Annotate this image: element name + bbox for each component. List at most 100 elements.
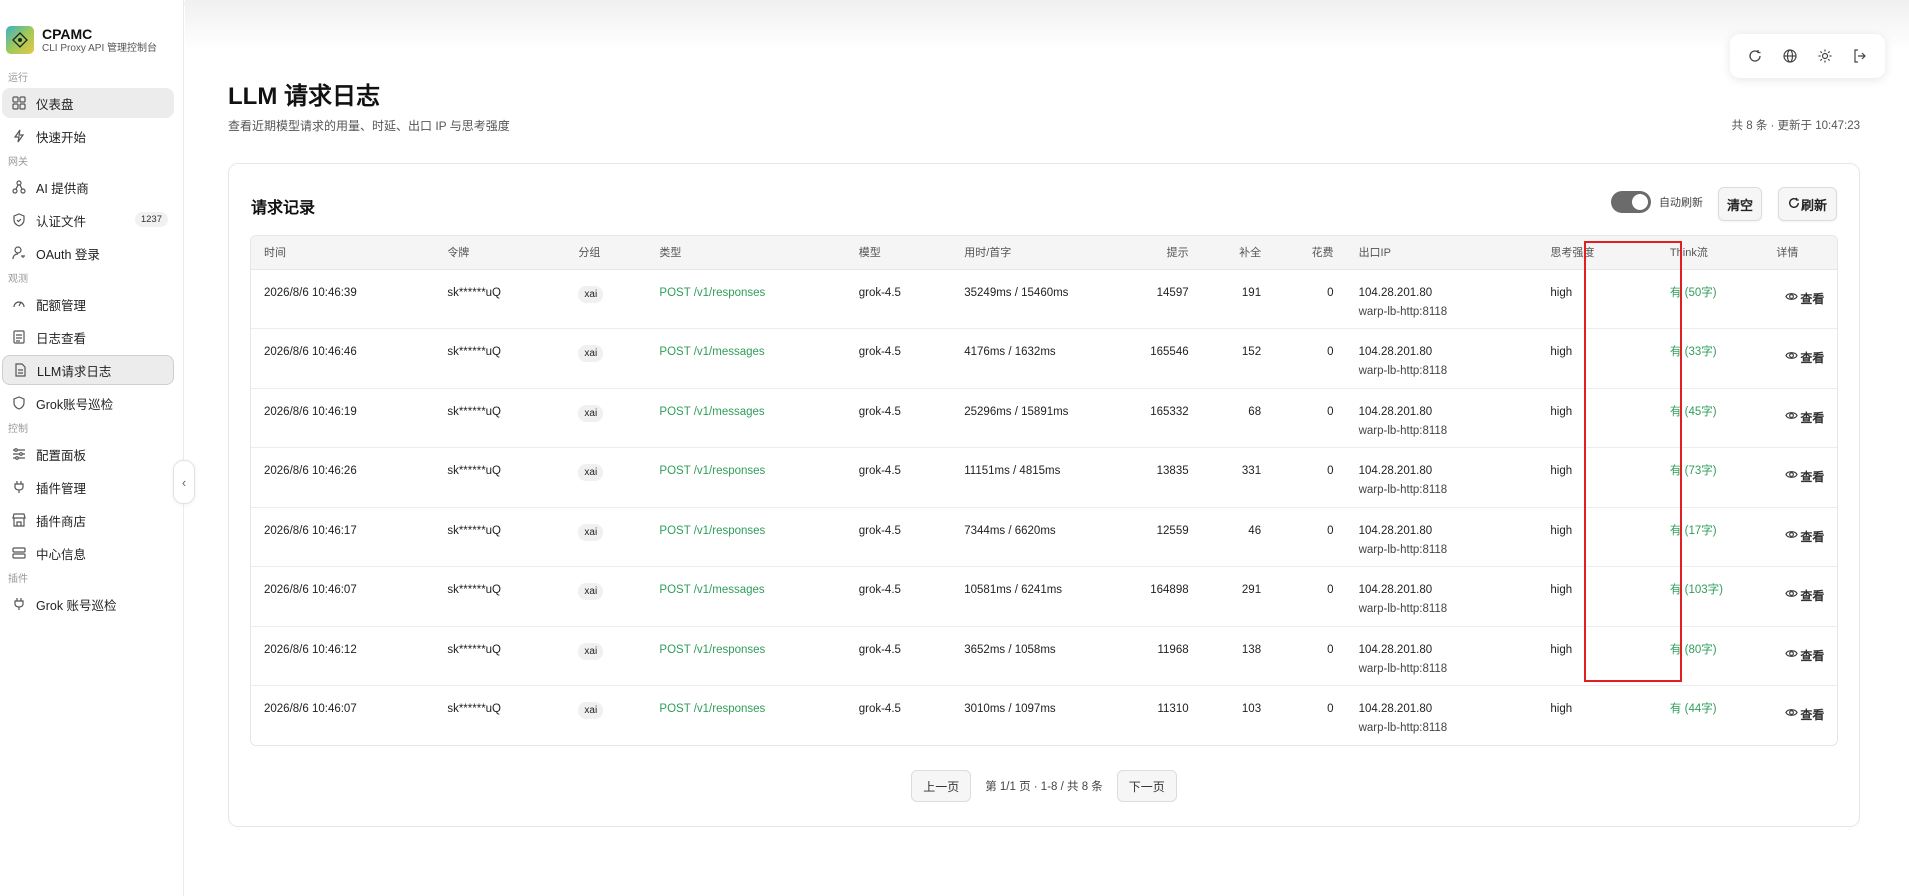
sidebar-item-dashboard[interactable]: 仪表盘 xyxy=(2,88,174,118)
column-header: 出口IP xyxy=(1345,236,1538,270)
cell-token: sk******uQ xyxy=(447,584,502,596)
column-header: 类型 xyxy=(646,236,846,270)
sidebar-item-llm-request-logs[interactable]: LLM请求日志 xyxy=(2,355,174,385)
cell-latency: 11151ms / 4815ms xyxy=(964,465,1061,477)
ip-address: 104.28.201.80 xyxy=(1358,405,1433,418)
refresh-icon[interactable] xyxy=(1744,45,1766,67)
ip-address: 104.28.201.80 xyxy=(1358,643,1433,656)
cell-time: 2026/8/6 10:46:12 xyxy=(264,643,357,656)
cell-detail: 查看 xyxy=(1763,686,1837,746)
file-lines-icon xyxy=(11,330,26,345)
cell-token: sk******uQ xyxy=(447,286,502,299)
sidebar-collapse-button[interactable]: ‹ xyxy=(173,460,195,504)
table-row: 2026/8/6 10:46:26 sk******uQ xai POST /v1/r… xyxy=(251,448,1837,508)
sidebar-item-quickstart[interactable]: 快速开始 xyxy=(2,121,174,151)
sidebar-item-center-info[interactable]: 中心信息 xyxy=(2,538,174,568)
cell-completion: 103 xyxy=(1241,703,1262,715)
column-header: 花费 xyxy=(1273,236,1346,270)
cell-model: grok-4.5 xyxy=(858,643,901,656)
cell-think: 有 (17字) xyxy=(1669,524,1717,537)
cell-detail: 查看 xyxy=(1763,448,1837,508)
header-backdrop xyxy=(185,0,1909,50)
cell-token: sk******uQ xyxy=(447,703,502,715)
ip-address: 104.28.201.80 xyxy=(1358,346,1433,358)
view-detail-button[interactable]: 查看 xyxy=(1785,587,1824,606)
cell-token: sk******uQ xyxy=(447,346,502,358)
view-detail-button[interactable]: 查看 xyxy=(1785,468,1824,487)
cell-type: POST /v1/messages xyxy=(659,584,765,596)
cell-model: grok-4.5 xyxy=(858,346,901,358)
sidebar: CPAMC CLI Proxy API 管理控制台 运行 仪表盘 快速开始 网关… xyxy=(0,0,184,896)
cell-type: POST /v1/responses xyxy=(659,643,766,656)
ip-host: warp-lb-http:8118 xyxy=(1358,543,1448,556)
sidebar-item-auth-files[interactable]: 认证文件 1237 xyxy=(2,205,174,235)
sun-icon[interactable] xyxy=(1814,45,1836,67)
ip-host: warp-lb-http:8118 xyxy=(1358,722,1448,734)
cell-time: 2026/8/6 10:46:46 xyxy=(264,346,357,358)
nav-section-plugins: 插件 xyxy=(8,574,28,585)
cell-time: 2026/8/6 10:46:07 xyxy=(264,584,357,596)
prev-page-button[interactable]: 上一页 xyxy=(911,770,972,802)
view-detail-button[interactable]: 查看 xyxy=(1785,349,1824,368)
top-toolbar xyxy=(1730,34,1885,78)
page-meta: 共 8 条 · 更新于 10:47:23 xyxy=(1731,120,1860,132)
column-header: 用时/首字 xyxy=(951,236,1138,270)
cell-egress-ip: 104.28.201.80 warp-lb-http:8118 xyxy=(1346,388,1538,448)
sidebar-item-label: 日志查看 xyxy=(36,331,87,346)
ip-address: 104.28.201.80 xyxy=(1358,703,1433,715)
group-tag: xai xyxy=(578,404,604,422)
group-tag: xai xyxy=(578,583,604,600)
clear-button[interactable]: 清空 xyxy=(1718,187,1762,221)
cell-cost: 0 xyxy=(1327,465,1334,477)
ip-address: 104.28.201.80 xyxy=(1358,286,1433,299)
cell-completion: 138 xyxy=(1241,643,1262,656)
cell-prompt: 11968 xyxy=(1157,643,1189,656)
cell-latency: 7344ms / 6620ms xyxy=(964,524,1056,537)
cell-think: 有 (103字) xyxy=(1669,584,1723,596)
group-tag: xai xyxy=(578,464,604,481)
sidebar-item-plugin-management[interactable]: 插件管理 xyxy=(2,472,174,502)
logout-icon[interactable] xyxy=(1849,45,1871,67)
sidebar-item-grok-inspection[interactable]: Grok账号巡检 xyxy=(2,388,174,418)
cell-cost: 0 xyxy=(1327,643,1334,656)
view-label: 查看 xyxy=(1800,589,1825,603)
sidebar-item-label: Grok账号巡检 xyxy=(36,397,114,412)
cell-latency: 3652ms / 1058ms xyxy=(964,643,1056,656)
view-detail-button[interactable]: 查看 xyxy=(1785,409,1824,428)
table-row: 2026/8/6 10:46:46 sk******uQ xai POST /v1/m… xyxy=(251,329,1837,388)
cell-token: sk******uQ xyxy=(447,405,502,418)
cell-cost: 0 xyxy=(1327,703,1334,715)
view-label: 查看 xyxy=(1800,410,1825,425)
sidebar-item-label: 配额管理 xyxy=(36,298,87,313)
cell-think: 有 (80字) xyxy=(1669,643,1717,656)
cell-model: grok-4.5 xyxy=(858,405,901,418)
group-tag: xai xyxy=(578,345,604,362)
request-log-table: 时间 令牌 分组 类型 模型 用时/首字 提示 补全 花费 出口IP 思考强度 … xyxy=(250,235,1838,746)
view-detail-button[interactable]: 查看 xyxy=(1785,706,1824,725)
shield-check-icon xyxy=(11,213,26,228)
table-row: 2026/8/6 10:46:19 sk******uQ xai POST /v1/m… xyxy=(251,388,1837,448)
eye-icon xyxy=(1785,706,1799,725)
view-detail-button[interactable]: 查看 xyxy=(1785,528,1824,547)
chevron-left-icon: ‹ xyxy=(181,474,187,490)
next-page-button[interactable]: 下一页 xyxy=(1116,770,1177,802)
brand: CPAMC CLI Proxy API 管理控制台 xyxy=(0,0,183,58)
refresh-button[interactable]: 刷新 xyxy=(1778,187,1837,221)
sidebar-item-quota[interactable]: 配额管理 xyxy=(2,289,174,319)
cell-time: 2026/8/6 10:46:19 xyxy=(264,405,357,418)
sidebar-item-oauth[interactable]: OAuth 登录 xyxy=(2,238,174,268)
auto-refresh-toggle[interactable] xyxy=(1611,191,1651,213)
cell-latency: 3010ms / 1097ms xyxy=(964,703,1056,715)
cell-detail: 查看 xyxy=(1763,626,1837,686)
cell-think: 有 (33字) xyxy=(1669,346,1717,358)
globe-icon[interactable] xyxy=(1779,45,1801,67)
view-detail-button[interactable]: 查看 xyxy=(1785,647,1824,666)
sidebar-item-ai-providers[interactable]: AI 提供商 xyxy=(2,172,174,202)
sidebar-item-logs[interactable]: 日志查看 xyxy=(2,322,174,352)
sidebar-item-grok-account-inspection[interactable]: Grok 账号巡检 xyxy=(2,589,174,619)
bolt-icon xyxy=(11,129,26,144)
sidebar-item-config-panel[interactable]: 配置面板 xyxy=(2,439,174,469)
view-detail-button[interactable]: 查看 xyxy=(1785,290,1824,309)
cell-completion: 291 xyxy=(1241,584,1262,596)
sidebar-item-plugin-store[interactable]: 插件商店 xyxy=(2,505,174,535)
